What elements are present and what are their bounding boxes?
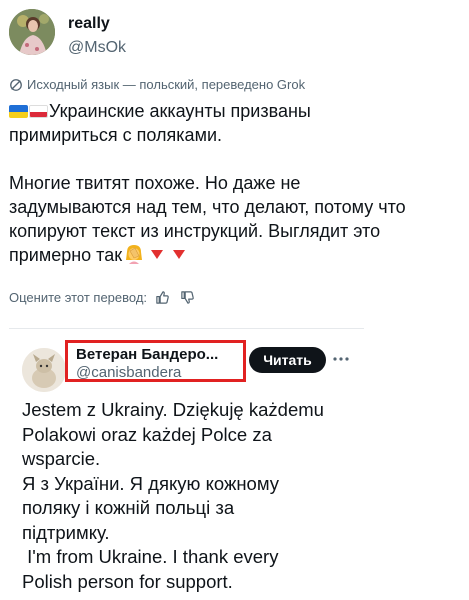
tweet-text: Украинские аккаунты призваны примириться… xyxy=(9,99,459,267)
flag-poland-icon xyxy=(29,105,48,118)
rate-translation: Оцените этот перевод: xyxy=(9,290,195,305)
quoted-line: wsparcie. xyxy=(22,448,101,469)
facepalm-emoji-icon xyxy=(126,245,143,264)
quoted-line: підтримку. xyxy=(22,521,110,543)
quoted-author-avatar[interactable] xyxy=(22,348,66,392)
translation-note: Исходный язык — польский, переведено Gro… xyxy=(9,77,305,92)
quoted-line: Polish person for support. xyxy=(22,570,233,592)
author-avatar[interactable] xyxy=(9,9,55,55)
thumbs-down-icon[interactable] xyxy=(180,290,195,305)
author-handle[interactable]: @MsOk xyxy=(68,39,126,57)
tweet-line-1: Украинские аккаунты призваны xyxy=(49,101,311,121)
red-highlight-box xyxy=(65,340,246,382)
translation-note-text: Исходный язык — польский, переведено Gro… xyxy=(27,77,306,92)
red-triangle-down-icon xyxy=(173,250,186,259)
thumbs-up-icon[interactable] xyxy=(155,290,170,305)
tweet-line-4: задумываются над тем, что делают, потому… xyxy=(9,197,406,217)
quoted-line: Я з України. Я дякую кожному xyxy=(22,472,280,494)
rate-label: Оцените этот перевод: xyxy=(9,290,148,305)
quoted-line: Polakowi oraz każdej Polce za xyxy=(22,423,272,445)
more-options-icon[interactable] xyxy=(331,350,351,368)
red-triangle-down-icon xyxy=(151,250,164,259)
quoted-tweet-text: Jestem z Ukrainy. Dziękuję każdemu Polak… xyxy=(22,398,452,594)
grok-icon xyxy=(10,78,22,91)
tweet-line-2: примириться с поляками. xyxy=(9,125,223,145)
follow-button[interactable]: Читать xyxy=(249,347,326,373)
tweet-line-5: копируют текст из инструкций. Выглядит э… xyxy=(9,221,381,241)
author-name[interactable]: really xyxy=(68,15,110,33)
flag-ukraine-icon xyxy=(9,105,28,118)
tweet-line-6: примерно так xyxy=(9,245,123,265)
quoted-line: поляку і кожній польці за xyxy=(22,497,235,518)
quoted-line: Jestem z Ukrainy. Dziękuję każdemu xyxy=(22,399,324,420)
quoted-line: I'm from Ukraine. I thank every xyxy=(22,546,279,567)
divider xyxy=(9,328,364,329)
tweet-line-3: Многие твитят похоже. Но даже не xyxy=(9,173,301,193)
